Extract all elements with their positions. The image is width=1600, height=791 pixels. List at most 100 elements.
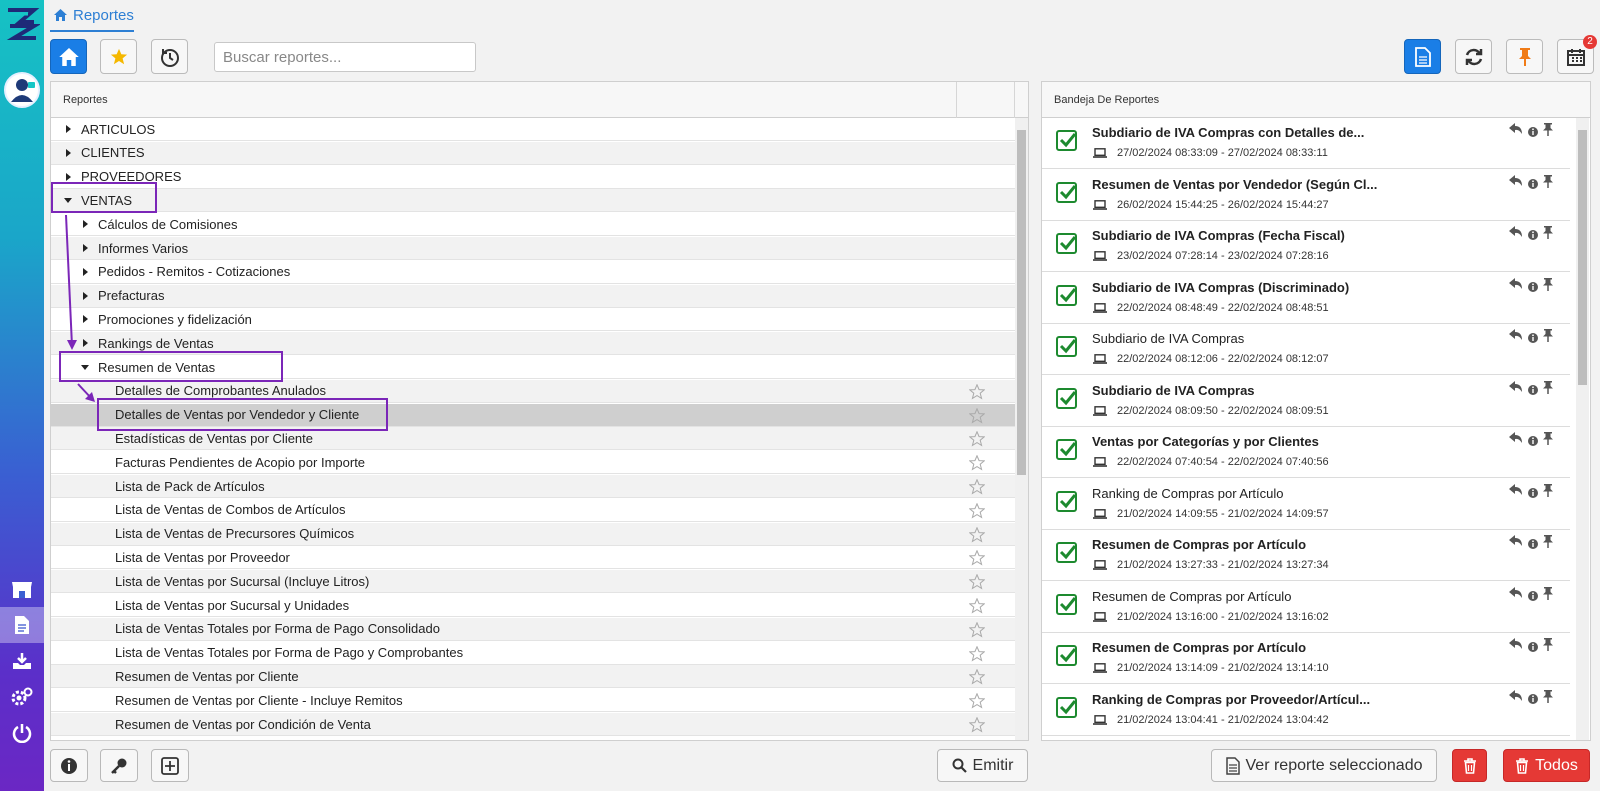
document-view-button[interactable] (1404, 39, 1441, 74)
pin-icon[interactable] (1543, 380, 1553, 394)
calendar-button[interactable]: 2 (1557, 35, 1597, 74)
checkbox-checked-icon[interactable] (1056, 181, 1077, 203)
reply-icon[interactable] (1509, 535, 1522, 546)
pin-icon[interactable] (1543, 226, 1553, 239)
app-logo[interactable] (4, 4, 40, 44)
tray-report-item[interactable]: Ranking de Compras por Artículo 21/02/202… (1042, 478, 1570, 530)
favorite-star-icon[interactable] (968, 430, 986, 447)
tray-report-item[interactable]: Resumen de Ventas por Vendedor (Según Cl… (1042, 169, 1570, 221)
info-icon[interactable] (1528, 281, 1538, 292)
settings-gears-icon[interactable] (0, 679, 44, 715)
tray-scrollbar[interactable] (1576, 118, 1589, 740)
pin-icon[interactable] (1543, 277, 1553, 291)
store-icon[interactable] (0, 571, 44, 607)
breadcrumb[interactable]: Reportes (50, 0, 134, 32)
report-item[interactable]: Lista de Ventas Totales por Forma de Pag… (51, 617, 1015, 641)
report-item[interactable]: Resumen de Ventas por Cliente (51, 665, 1015, 689)
tree-folder[interactable]: Promociones y fidelización (51, 308, 1015, 332)
reply-icon[interactable] (1509, 123, 1522, 134)
tray-report-item[interactable]: Subdiario de IVA Compras 22/02/2024 08:12… (1042, 324, 1570, 375)
tree-scrollbar[interactable] (1015, 118, 1028, 740)
info-icon[interactable] (1528, 539, 1538, 549)
home-button[interactable] (50, 39, 87, 74)
checkbox-checked-icon[interactable] (1056, 284, 1077, 306)
reply-icon[interactable] (1509, 689, 1522, 701)
checkbox-checked-icon[interactable] (1056, 387, 1077, 409)
info-icon[interactable] (1528, 590, 1538, 601)
pin-icon[interactable] (1543, 638, 1553, 651)
report-item[interactable]: Lista de Ventas por Sucursal (Incluye Li… (51, 570, 1015, 594)
delete-selected-button[interactable] (1452, 749, 1487, 782)
tree-folder[interactable]: VENTAS (51, 189, 1015, 213)
pin-icon[interactable] (1543, 329, 1553, 342)
favorite-star-icon[interactable] (968, 454, 986, 471)
favorite-star-icon[interactable] (968, 597, 986, 614)
pin-icon[interactable] (1543, 432, 1553, 445)
checkbox-checked-icon[interactable] (1056, 593, 1077, 615)
report-item[interactable]: Facturas Pendientes de Acopio por Import… (51, 451, 1015, 475)
caret-right-icon[interactable] (80, 267, 90, 277)
favorite-star-icon[interactable] (968, 549, 986, 566)
info-icon[interactable] (1528, 436, 1538, 446)
tree-folder[interactable]: Cálculos de Comisiones (51, 213, 1015, 237)
report-item[interactable]: Lista de Ventas por Proveedor (51, 546, 1015, 570)
tree-folder[interactable]: ARTICULOS (51, 118, 1015, 141)
tray-report-item[interactable]: Resumen de Compras por Artículo 21/02/202… (1042, 530, 1570, 581)
info-icon[interactable] (1528, 178, 1538, 189)
view-selected-report-button[interactable]: Ver reporte seleccionado (1211, 749, 1437, 782)
reply-icon[interactable] (1509, 380, 1522, 392)
pin-icon[interactable] (1543, 689, 1553, 703)
reply-icon[interactable] (1509, 174, 1522, 186)
tree-folder[interactable]: Informes Varios (51, 237, 1015, 260)
pin-icon[interactable] (1543, 123, 1553, 136)
info-icon[interactable] (1528, 333, 1538, 343)
reply-icon[interactable] (1509, 329, 1522, 340)
caret-right-icon[interactable] (80, 219, 90, 229)
pin-icon[interactable] (1543, 535, 1553, 548)
tray-report-item[interactable]: Subdiario de IVA Compras (Fecha Fiscal) 2… (1042, 221, 1570, 272)
favorite-star-icon[interactable] (968, 716, 986, 733)
favorite-star-icon[interactable] (968, 668, 986, 685)
emit-button[interactable]: Emitir (937, 749, 1028, 782)
pin-icon[interactable] (1543, 483, 1553, 497)
caret-right-icon[interactable] (63, 124, 73, 134)
pin-icon[interactable] (1543, 174, 1553, 188)
tree-folder[interactable]: PROVEEDORES (51, 166, 1015, 189)
checkbox-checked-icon[interactable] (1056, 233, 1077, 254)
tree-folder[interactable]: Pedidos - Remitos - Cotizaciones (51, 261, 1015, 284)
checkbox-checked-icon[interactable] (1056, 336, 1077, 357)
tray-report-item[interactable]: Ranking de Compras por Proveedor/Artícul… (1042, 684, 1570, 736)
caret-right-icon[interactable] (80, 314, 90, 324)
favorite-star-icon[interactable] (968, 502, 986, 519)
reply-icon[interactable] (1509, 638, 1522, 649)
tree-scrollbar-thumb[interactable] (1017, 130, 1026, 475)
reply-icon[interactable] (1509, 432, 1522, 443)
search-input[interactable] (214, 42, 476, 72)
favorite-star-icon[interactable] (968, 383, 986, 400)
reply-icon[interactable] (1509, 277, 1522, 289)
tray-report-item[interactable]: Ventas por Categorías y por Clientes 22/0… (1042, 427, 1570, 478)
tray-report-item[interactable]: Subdiario de IVA Compras (Discriminado) 2… (1042, 272, 1570, 324)
key-button[interactable] (100, 749, 138, 782)
tray-report-item[interactable]: Subdiario de IVA Compras 22/02/2024 08:09… (1042, 375, 1570, 427)
report-item[interactable]: Resumen de Ventas por Cliente - Incluye … (51, 689, 1015, 713)
info-icon[interactable] (1528, 693, 1538, 704)
checkbox-checked-icon[interactable] (1056, 130, 1077, 151)
report-item[interactable]: Lista de Ventas de Combos de Artículos (51, 499, 1015, 522)
history-button[interactable] (151, 39, 188, 74)
checkbox-checked-icon[interactable] (1056, 439, 1077, 460)
power-icon[interactable] (0, 715, 44, 751)
checkbox-checked-icon[interactable] (1056, 645, 1077, 666)
caret-right-icon[interactable] (63, 172, 73, 182)
caret-right-icon[interactable] (80, 243, 90, 253)
favorite-star-icon[interactable] (968, 621, 986, 638)
favorite-star-icon[interactable] (968, 645, 986, 662)
info-icon[interactable] (1528, 230, 1538, 240)
reply-icon[interactable] (1509, 483, 1522, 495)
refresh-button[interactable] (1455, 39, 1492, 74)
delete-all-button[interactable]: Todos (1503, 749, 1590, 782)
favorite-star-icon[interactable] (968, 478, 986, 495)
pin-button[interactable] (1506, 39, 1543, 74)
reply-icon[interactable] (1509, 586, 1522, 598)
tree-folder[interactable]: Prefacturas (51, 284, 1015, 308)
